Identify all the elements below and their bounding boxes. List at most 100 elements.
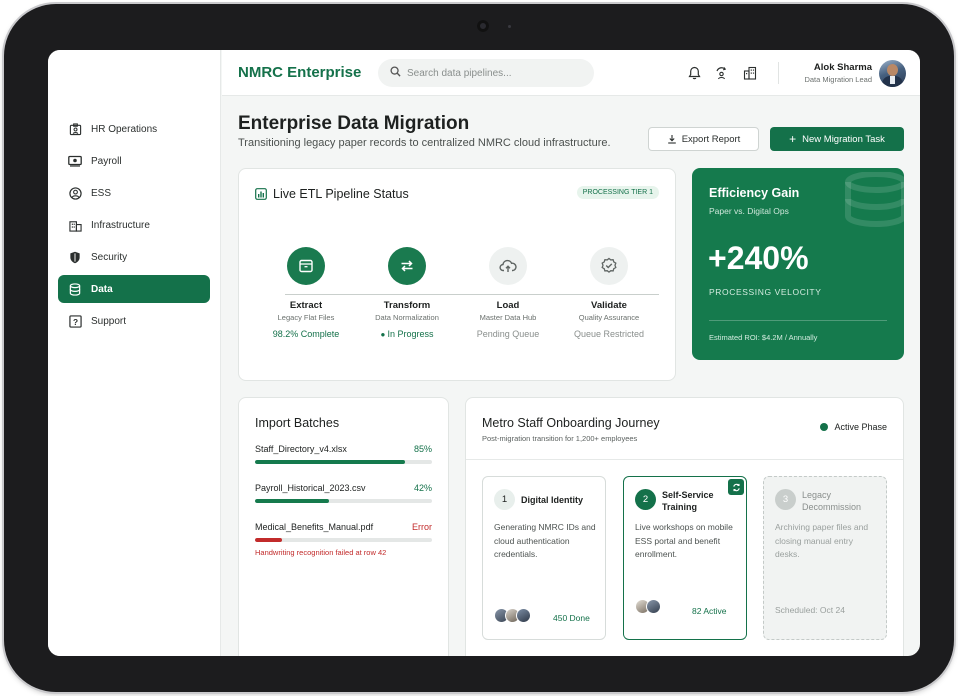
- sidebar-item-support[interactable]: ? Support: [58, 307, 210, 335]
- svg-text:?: ?: [72, 316, 77, 326]
- sidebar-item-label: Infrastructure: [91, 219, 150, 231]
- etl-pipeline-card: Live ETL Pipeline Status PROCESSING TIER…: [238, 168, 676, 381]
- progress-bar: [255, 460, 432, 464]
- page-subtitle: Transitioning legacy paper records to ce…: [238, 137, 611, 149]
- chart-icon: [255, 188, 267, 200]
- efficiency-gain-card: Efficiency Gain Paper vs. Digital Ops +2…: [692, 168, 904, 360]
- import-title: Import Batches: [255, 416, 340, 430]
- step-title: Self-Service Training: [662, 490, 714, 512]
- archive-icon: [287, 247, 325, 285]
- etl-title: Live ETL Pipeline Status: [255, 187, 409, 201]
- step-footer: Scheduled: Oct 24: [775, 605, 845, 615]
- status-text: Pending Queue: [476, 329, 540, 339]
- database-watermark-icon: [845, 172, 904, 228]
- journey-step-digital-identity[interactable]: 1 Digital Identity Generating NMRC IDs a…: [482, 476, 606, 640]
- shield-icon: [68, 250, 82, 264]
- help-icon: ?: [68, 314, 82, 328]
- sidebar-item-security[interactable]: Security: [58, 243, 210, 271]
- batch-filename: Staff_Directory_v4.xlsx: [255, 444, 347, 454]
- avatar-group: [635, 599, 675, 617]
- efficiency-label: PROCESSING VELOCITY: [709, 287, 822, 297]
- camera-icon: [477, 20, 489, 32]
- step-footer: 450 Done: [553, 613, 590, 623]
- efficiency-divider: [709, 320, 887, 321]
- tier-badge: PROCESSING TIER 1: [576, 186, 659, 199]
- journey-divider: [466, 459, 903, 460]
- status-text: 98.2% Complete: [272, 329, 340, 339]
- sidebar-item-payroll[interactable]: Payroll: [58, 147, 210, 175]
- error-message: Handwriting recognition failed at row 42: [255, 548, 387, 557]
- step-title: Legacy Decommission: [802, 490, 862, 512]
- top-header: NMRC Enterprise Alok Sharma Data Migrati…: [222, 50, 920, 96]
- verified-badge-icon: [590, 247, 628, 285]
- sidebar-item-label: ESS: [91, 187, 112, 199]
- ess-icon: [68, 186, 82, 200]
- sidebar: HR Operations Payroll ESS Infrastructure…: [48, 50, 221, 656]
- avatar[interactable]: [879, 60, 906, 87]
- sidebar-item-label: Data: [91, 283, 113, 295]
- journey-step-legacy-decommission[interactable]: 3 Legacy Decommission Archiving paper fi…: [763, 476, 887, 640]
- journey-title: Metro Staff Onboarding Journey: [482, 416, 660, 430]
- step-number: 2: [635, 489, 656, 510]
- page-title: Enterprise Data Migration: [238, 113, 470, 134]
- batch-percent: 42%: [413, 483, 432, 493]
- journey-subtitle: Post-migration transition for 1,200+ emp…: [482, 434, 638, 443]
- payroll-icon: [68, 154, 82, 168]
- progress-bar: [255, 538, 432, 542]
- batch-item[interactable]: Staff_Directory_v4.xlsx 85%: [255, 444, 432, 464]
- download-icon: [667, 134, 677, 144]
- batch-filename: Medical_Benefits_Manual.pdf: [255, 522, 374, 532]
- batch-item[interactable]: Medical_Benefits_Manual.pdf Error Handwri…: [255, 522, 432, 557]
- new-migration-task-button[interactable]: + New Migration Task: [770, 127, 904, 151]
- search-bar[interactable]: [378, 59, 594, 87]
- status-text: ● In Progress: [380, 329, 434, 339]
- sidebar-item-label: HR Operations: [91, 123, 158, 135]
- bell-icon[interactable]: [686, 65, 702, 81]
- cloud-upload-icon: [489, 247, 527, 285]
- header-divider: [778, 62, 779, 84]
- brand-title: NMRC Enterprise: [238, 64, 362, 81]
- user-role: Data Migration Lead: [804, 75, 872, 84]
- status-text: Queue Restricted: [573, 329, 645, 339]
- export-report-button[interactable]: Export Report: [648, 127, 759, 151]
- building-icon[interactable]: [742, 65, 758, 81]
- step-title: Digital Identity: [521, 495, 584, 505]
- batch-filename: Payroll_Historical_2023.csv: [255, 483, 366, 493]
- onboarding-journey-card: Metro Staff Onboarding Journey Post-migr…: [465, 397, 904, 656]
- journey-step-self-service-training[interactable]: 2 Self-Service Training Live workshops o…: [623, 476, 747, 640]
- sensor-dot: [508, 25, 511, 28]
- import-batches-card: Import Batches Staff_Directory_v4.xlsx 85…: [238, 397, 449, 656]
- sidebar-item-hr-operations[interactable]: HR Operations: [58, 115, 210, 143]
- sidebar-item-data[interactable]: Data: [58, 275, 210, 303]
- progress-bar: [255, 499, 432, 503]
- search-input[interactable]: [407, 67, 577, 79]
- tablet-frame: HR Operations Payroll ESS Infrastructure…: [4, 4, 954, 692]
- step-body: Archiving paper files and closing manual…: [775, 522, 869, 559]
- step-number: 1: [494, 489, 515, 510]
- sync-users-icon[interactable]: [713, 65, 729, 81]
- sidebar-item-label: Support: [91, 315, 127, 327]
- sidebar-item-infrastructure[interactable]: Infrastructure: [58, 211, 210, 239]
- infrastructure-icon: [68, 218, 82, 232]
- step-number: 3: [775, 489, 796, 510]
- transfer-icon: [388, 247, 426, 285]
- step-validate[interactable]: Validate Quality Assurance Queue Restric…: [563, 247, 655, 339]
- database-icon: [68, 282, 82, 296]
- step-body: Generating NMRC IDs and cloud authentica…: [494, 522, 596, 559]
- phase-indicator: Active Phase: [820, 422, 887, 432]
- app-screen: HR Operations Payroll ESS Infrastructure…: [48, 50, 920, 656]
- step-transform[interactable]: Transform Data Normalization ● In Progre…: [361, 247, 453, 339]
- hr-icon: [68, 122, 82, 136]
- batch-percent: 85%: [413, 444, 432, 454]
- batch-item[interactable]: Payroll_Historical_2023.csv 42%: [255, 483, 432, 503]
- batch-error-label: Error: [412, 522, 432, 532]
- status-dot: [820, 423, 829, 431]
- sidebar-item-ess[interactable]: ESS: [58, 179, 210, 207]
- plus-icon: +: [789, 132, 797, 146]
- efficiency-value: +240%: [708, 240, 809, 276]
- sidebar-item-label: Payroll: [91, 155, 122, 167]
- step-extract[interactable]: Extract Legacy Flat Files 98.2% Complete: [260, 247, 352, 339]
- avatar-group: [494, 607, 550, 625]
- user-name: Alok Sharma: [813, 62, 872, 73]
- step-load[interactable]: Load Master Data Hub Pending Queue: [462, 247, 554, 339]
